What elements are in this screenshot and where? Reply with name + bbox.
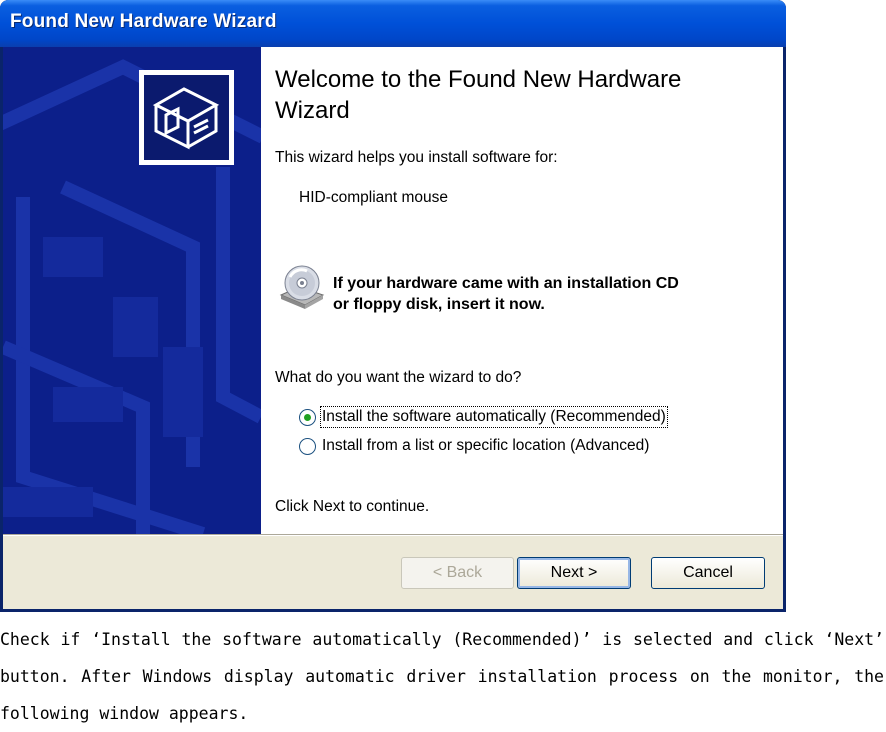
option-label-automatic[interactable]: Install the software automatically (Reco… — [320, 406, 668, 428]
option-label-advanced[interactable]: Install from a list or specific location… — [322, 437, 649, 455]
wizard-window: Found New Hardware Wizard Welcome to the… — [0, 0, 786, 612]
question-text: What do you want the wizard to do? — [275, 369, 522, 386]
button-divider — [3, 534, 783, 536]
radio-unselected-icon[interactable] — [299, 437, 316, 455]
wizard-side-banner — [3, 47, 261, 534]
cd-prompt: If your hardware came with an installati… — [333, 273, 679, 315]
next-button[interactable]: Next > — [517, 557, 631, 589]
cd-icon — [277, 263, 327, 313]
wizard-client-area: Welcome to the Found New Hardware Wizard… — [3, 47, 783, 609]
hardware-icon — [139, 70, 234, 165]
wizard-content: Welcome to the Found New Hardware Wizard… — [261, 47, 783, 534]
instruction-caption: Check if ‘Install the software automatic… — [0, 630, 884, 723]
window-title: Found New Hardware Wizard — [10, 11, 277, 32]
device-name: HID-compliant mouse — [299, 189, 449, 206]
back-button[interactable]: < Back — [401, 557, 514, 589]
cancel-button[interactable]: Cancel — [651, 557, 765, 589]
intro-text: This wizard helps you install software f… — [275, 149, 558, 166]
option-install-from-list[interactable]: Install from a list or specific location… — [299, 437, 649, 455]
continue-text: Click Next to continue. — [275, 498, 430, 515]
page-title: Welcome to the Found New Hardware Wizard — [275, 66, 682, 124]
option-install-automatically[interactable]: Install the software automatically (Reco… — [299, 406, 668, 428]
radio-selected-icon[interactable] — [299, 408, 316, 426]
cd-prompt-line-1: If your hardware came with an installati… — [333, 275, 679, 292]
cd-prompt-line-2: or floppy disk, insert it now. — [333, 296, 545, 313]
title-bar[interactable]: Found New Hardware Wizard — [0, 0, 786, 47]
